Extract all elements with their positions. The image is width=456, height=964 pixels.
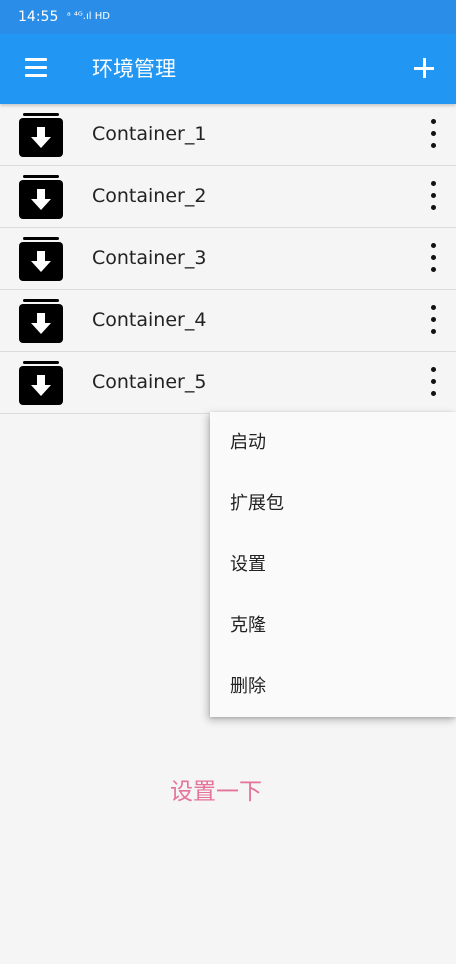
app-bar: 环境管理 [0, 34, 456, 104]
archive-download-icon [19, 299, 63, 343]
more-vertical-icon[interactable] [426, 180, 442, 212]
add-icon[interactable] [410, 54, 440, 84]
archive-download-icon [19, 237, 63, 281]
popup-menu: 启动 扩展包 设置 克隆 删除 [210, 412, 456, 717]
list-item[interactable]: Container_2 [0, 166, 456, 228]
menu-item-start[interactable]: 启动 [210, 412, 456, 473]
container-name: Container_1 [92, 123, 207, 145]
status-time: 14:55 [18, 9, 59, 25]
hint-text: 设置一下 [170, 779, 262, 805]
archive-download-icon [19, 113, 63, 157]
list-item[interactable]: Container_5 [0, 352, 456, 414]
page-title: 环境管理 [92, 57, 176, 81]
menu-item-clone[interactable]: 克隆 [210, 595, 456, 656]
menu-item-extensions[interactable]: 扩展包 [210, 473, 456, 534]
list-item[interactable]: Container_1 [0, 104, 456, 166]
status-indicators: ᵃ ⁴ᴳ.ıl HD [66, 11, 110, 22]
menu-icon[interactable] [22, 56, 52, 82]
menu-item-settings[interactable]: 设置 [210, 534, 456, 595]
container-name: Container_2 [92, 185, 207, 207]
menu-item-delete[interactable]: 删除 [210, 656, 456, 717]
archive-download-icon [19, 175, 63, 219]
status-bar: 14:55 ᵃ ⁴ᴳ.ıl HD [0, 0, 456, 34]
more-vertical-icon[interactable] [426, 242, 442, 274]
container-list: Container_1 Container_2 Container_3 Cont… [0, 104, 456, 414]
list-item[interactable]: Container_3 [0, 228, 456, 290]
container-name: Container_5 [92, 371, 207, 393]
more-vertical-icon[interactable] [426, 118, 442, 150]
list-item[interactable]: Container_4 [0, 290, 456, 352]
container-name: Container_3 [92, 247, 207, 269]
more-vertical-icon[interactable] [426, 304, 442, 336]
more-vertical-icon[interactable] [426, 366, 442, 398]
archive-download-icon [19, 361, 63, 405]
container-name: Container_4 [92, 309, 207, 331]
